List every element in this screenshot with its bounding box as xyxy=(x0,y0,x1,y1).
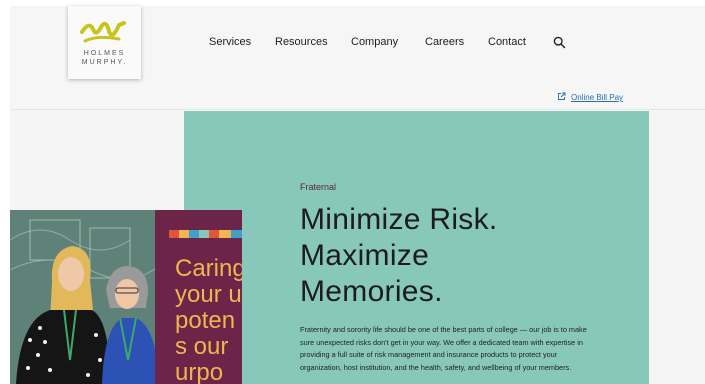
headline-line-2: Maximize xyxy=(300,239,430,272)
logo-wordmark-top: HOLMES xyxy=(83,50,126,57)
banner-stripe xyxy=(169,230,242,238)
search-icon[interactable] xyxy=(553,36,566,49)
nav-resources[interactable]: Resources xyxy=(275,36,328,48)
nav-contact[interactable]: Contact xyxy=(488,36,526,48)
banner-line: Caring xyxy=(175,255,242,282)
banner-line: your u xyxy=(175,281,242,308)
external-link-icon xyxy=(558,92,566,100)
banner-line: poten xyxy=(175,307,236,334)
logo-mark-icon xyxy=(80,21,126,43)
nav-careers[interactable]: Careers xyxy=(425,36,464,48)
nav-company[interactable]: Company xyxy=(351,36,398,48)
banner-sign: Caring your u poten s our urpo xyxy=(155,210,242,384)
headline-line-1: Minimize Risk. xyxy=(300,203,498,236)
nav-services[interactable]: Services xyxy=(209,36,251,48)
logo-link[interactable]: HOLMES MURPHY. xyxy=(68,6,141,79)
hero-headline: Minimize Risk. Maximize Memories. xyxy=(300,202,498,310)
online-bill-pay-label: Online Bill Pay xyxy=(571,93,624,102)
banner-text: Caring your u poten s our urpo xyxy=(175,256,242,384)
hero-photo: Caring your u poten s our urpo xyxy=(10,210,242,384)
headline-line-3: Memories. xyxy=(300,275,443,308)
banner-line: urpo xyxy=(175,359,224,384)
online-bill-pay-link[interactable]: Online Bill Pay xyxy=(557,92,623,102)
hero-eyebrow: Fraternal xyxy=(300,182,337,192)
hero-body-text: Fraternity and sorority life should be o… xyxy=(300,325,587,373)
logo-wordmark-bottom: MURPHY. xyxy=(81,59,128,66)
banner-line: s our xyxy=(175,333,229,360)
